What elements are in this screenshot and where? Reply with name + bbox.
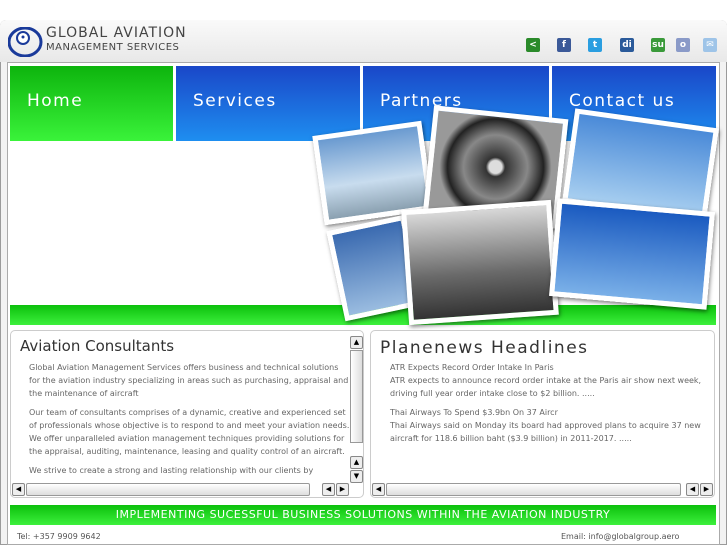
stumbleupon-icon[interactable]: su	[651, 38, 665, 52]
brand-tagline: MANAGEMENT SERVICES	[46, 42, 180, 53]
horizontal-scrollbar-thumb[interactable]	[386, 483, 681, 496]
brand-name: GLOBAL AVIATION	[46, 25, 187, 41]
photo-business-team	[401, 199, 559, 326]
delicious-icon[interactable]: o	[676, 38, 690, 52]
nav-services[interactable]: Services	[176, 66, 360, 141]
scroll-down-button[interactable]: ▼	[350, 470, 363, 483]
paragraph: Our team of consultants comprises of a d…	[29, 408, 350, 456]
scroll-right-button[interactable]: ▶	[336, 483, 349, 496]
horizontal-scrollbar-thumb[interactable]	[26, 483, 310, 496]
scroll-left-button[interactable]: ◀	[322, 483, 335, 496]
paragraph: Global Aviation Management Services offe…	[29, 363, 349, 398]
footer-email[interactable]: Email: info@globalgroup.aero	[561, 532, 679, 541]
news-headline[interactable]: Thai Airways To Spend $3.9bn On 37 Aircr	[390, 408, 558, 417]
digg-icon[interactable]: di	[620, 38, 634, 52]
scroll-left-button[interactable]: ◀	[372, 483, 385, 496]
news-summary: Thai Airways said on Monday its board ha…	[390, 421, 701, 443]
news-panel: Planenews Headlines ATR Expects Record O…	[370, 330, 715, 498]
share-icon[interactable]: <	[526, 38, 540, 52]
footer-phone: Tel: +357 9909 9642	[17, 532, 101, 541]
news-list: ATR Expects Record Order Intake In Paris…	[390, 361, 710, 451]
consultants-text: Global Aviation Management Services offe…	[29, 361, 351, 483]
scroll-up-button[interactable]: ▲	[350, 456, 363, 469]
news-summary: ATR expects to announce record order int…	[390, 376, 702, 398]
consultants-title: Aviation Consultants	[20, 337, 175, 355]
nav-home[interactable]: Home	[10, 66, 173, 141]
twitter-icon[interactable]: t	[588, 38, 602, 52]
scroll-left-button[interactable]: ◀	[12, 483, 25, 496]
news-headline[interactable]: ATR Expects Record Order Intake In Paris	[390, 363, 554, 372]
facebook-icon[interactable]: f	[557, 38, 571, 52]
scroll-left-button[interactable]: ◀	[686, 483, 699, 496]
consultants-panel: Aviation Consultants Global Aviation Man…	[10, 330, 364, 498]
vertical-scrollbar-thumb[interactable]	[350, 350, 363, 443]
slogan-banner: IMPLEMENTING SUCESSFUL BUSINESS SOLUTION…	[10, 505, 716, 525]
paragraph: We strive to create a strong and lasting…	[29, 466, 314, 475]
news-item[interactable]: ATR Expects Record Order Intake In Paris…	[390, 361, 710, 400]
scroll-up-button[interactable]: ▲	[350, 336, 363, 349]
logo-icon	[8, 27, 43, 57]
photo-plane-takeoff	[549, 198, 715, 310]
news-item[interactable]: Thai Airways To Spend $3.9bn On 37 Aircr…	[390, 406, 710, 445]
news-title: Planenews Headlines	[380, 338, 589, 358]
email-icon[interactable]: ✉	[703, 38, 717, 52]
scroll-right-button[interactable]: ▶	[700, 483, 713, 496]
